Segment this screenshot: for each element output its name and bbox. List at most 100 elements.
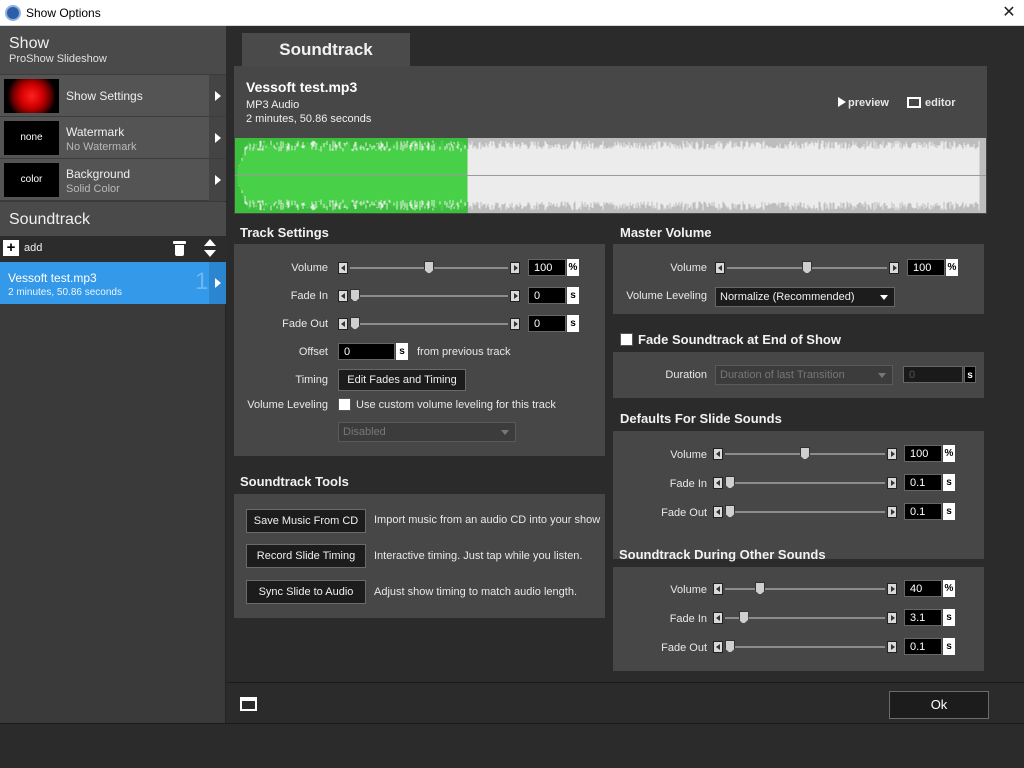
watermark-thumbnail: none — [4, 121, 59, 155]
soundtrack-tools-panel: Save Music From CD Import music from an … — [234, 494, 605, 618]
show-subtitle: ProShow Slideshow — [9, 53, 107, 65]
slider-thumb[interactable] — [424, 261, 434, 274]
fade-in-label: Fade In — [290, 290, 328, 302]
editor-button[interactable]: editor — [907, 97, 956, 109]
record-slide-timing-button[interactable]: Record Slide Timing — [246, 544, 366, 568]
select-value: Disabled — [343, 426, 386, 438]
main-panel: Soundtrack Vessoft test.mp3 MP3 Audio 2 … — [227, 26, 1024, 723]
defaults-title: Defaults For Slide Sounds — [620, 411, 782, 426]
soundtrack-tools-title: Soundtrack Tools — [240, 474, 349, 489]
sidebar-item-label: Background — [66, 167, 131, 181]
offset-label: Offset — [298, 346, 328, 358]
sidebar-item-background[interactable]: color Background Solid Color — [0, 158, 226, 201]
reorder-icon[interactable] — [204, 239, 216, 259]
defaults-volume-input[interactable]: 100 — [904, 445, 942, 462]
seconds-unit: s — [964, 366, 976, 383]
close-button[interactable]: ✕ — [994, 0, 1024, 26]
defaults-fade-in-slider[interactable] — [713, 476, 897, 489]
soundtrack-toolbar: + add — [0, 236, 226, 262]
trash-icon[interactable] — [173, 240, 186, 257]
track-fade-out-input[interactable]: 0 — [528, 315, 566, 332]
master-volume-slider[interactable] — [715, 261, 899, 274]
track-expand-button[interactable] — [209, 262, 226, 304]
fade-end-title: Fade Soundtrack at End of Show — [638, 332, 841, 347]
sync-slide-to-audio-button[interactable]: Sync Slide to Audio — [246, 580, 366, 604]
other-fade-out-slider[interactable] — [713, 640, 897, 653]
defaults-fade-out-slider[interactable] — [713, 505, 897, 518]
other-fade-out-input[interactable]: 0.1 — [904, 638, 942, 655]
add-icon[interactable]: + — [3, 240, 19, 256]
bottom-bar: Ok — [227, 682, 1024, 723]
watermark-expand-button[interactable] — [209, 117, 226, 159]
percent-unit: % — [946, 259, 958, 276]
track-fade-in-slider[interactable] — [338, 289, 520, 302]
slider-thumb[interactable] — [800, 447, 810, 460]
show-settings-thumbnail — [4, 79, 59, 113]
leveling-mode-select[interactable]: Disabled — [338, 422, 516, 442]
other-volume-slider[interactable] — [713, 582, 897, 595]
fade-out-label: Fade Out — [661, 507, 707, 519]
defaults-fade-in-input[interactable]: 0.1 — [904, 474, 942, 491]
title-bar: Show Options ✕ — [0, 0, 1024, 26]
waveform[interactable] — [235, 138, 986, 213]
volume-label: Volume — [670, 262, 707, 274]
master-leveling-select[interactable]: Normalize (Recommended) — [715, 287, 895, 307]
master-volume-panel: Volume 100 % Volume Leveling Normalize (… — [613, 244, 984, 314]
soundtrack-list-item[interactable]: Vessoft test.mp3 2 minutes, 50.86 second… — [0, 262, 226, 304]
track-fade-out-slider[interactable] — [338, 317, 520, 330]
soundtrack-title: Soundtrack — [9, 211, 90, 228]
sidebar-item-sub: No Watermark — [66, 141, 137, 153]
ok-button[interactable]: Ok — [889, 691, 989, 719]
track-duration: 2 minutes, 50.86 seconds — [8, 287, 122, 298]
defaults-volume-slider[interactable] — [713, 447, 897, 460]
tab-soundtrack[interactable]: Soundtrack — [242, 33, 410, 66]
custom-leveling-checkbox[interactable] — [338, 398, 351, 411]
window-icon[interactable] — [240, 697, 257, 711]
sidebar-item-show-settings[interactable]: Show Settings — [0, 74, 226, 117]
fade-duration-input[interactable]: 0 — [903, 366, 963, 383]
tool-description: Adjust show timing to match audio length… — [374, 586, 578, 598]
background-thumbnail: color — [4, 163, 59, 197]
track-fade-in-input[interactable]: 0 — [528, 287, 566, 304]
other-sounds-title: Soundtrack During Other Sounds — [619, 547, 826, 562]
show-settings-expand-button[interactable] — [209, 75, 226, 117]
fade-end-checkbox[interactable] — [620, 333, 633, 346]
slider-thumb[interactable] — [725, 505, 735, 518]
master-volume-input[interactable]: 100 — [907, 259, 945, 276]
other-volume-input[interactable]: 40 — [904, 580, 942, 597]
background-expand-button[interactable] — [209, 159, 226, 201]
other-fade-in-input[interactable]: 3.1 — [904, 609, 942, 626]
track-volume-input[interactable]: 100 — [528, 259, 566, 276]
chevron-right-icon — [215, 175, 221, 185]
soundtrack-header: Soundtrack — [0, 202, 226, 236]
track-volume-slider[interactable] — [338, 261, 520, 274]
slider-thumb[interactable] — [738, 611, 749, 624]
app-icon — [5, 5, 21, 21]
preview-label: preview — [848, 97, 889, 109]
save-music-from-cd-button[interactable]: Save Music From CD — [246, 509, 366, 533]
slider-thumb[interactable] — [755, 582, 765, 595]
preview-button[interactable]: preview — [838, 97, 889, 109]
edit-fades-timing-button[interactable]: Edit Fades and Timing — [338, 369, 466, 391]
other-fade-in-slider[interactable] — [713, 611, 897, 624]
fade-duration-select[interactable]: Duration of last Transition — [715, 365, 893, 385]
seconds-unit: s — [943, 503, 955, 520]
sidebar-item-watermark[interactable]: none Watermark No Watermark — [0, 116, 226, 159]
status-bar — [0, 723, 1024, 768]
sidebar-item-label: Watermark — [66, 125, 125, 139]
slider-thumb[interactable] — [802, 261, 812, 274]
track-settings-panel: Volume 100 % Fade In 0 s Fade Out 0 s Of… — [234, 244, 605, 456]
slider-thumb[interactable] — [725, 476, 735, 489]
defaults-fade-out-input[interactable]: 0.1 — [904, 503, 942, 520]
custom-leveling-label: Use custom volume leveling for this trac… — [356, 399, 556, 411]
audio-file-panel: Vessoft test.mp3 MP3 Audio 2 minutes, 50… — [234, 66, 987, 214]
offset-suffix: from previous track — [417, 346, 511, 358]
offset-input[interactable]: 0 — [338, 343, 395, 360]
slider-thumb[interactable] — [350, 289, 360, 302]
tool-description: Interactive timing. Just tap while you l… — [374, 550, 583, 562]
add-track-button[interactable]: add — [24, 242, 42, 254]
slider-thumb[interactable] — [725, 640, 735, 653]
slider-thumb[interactable] — [350, 317, 360, 330]
tool-description: Import music from an audio CD into your … — [374, 514, 601, 526]
editor-icon — [907, 97, 921, 108]
